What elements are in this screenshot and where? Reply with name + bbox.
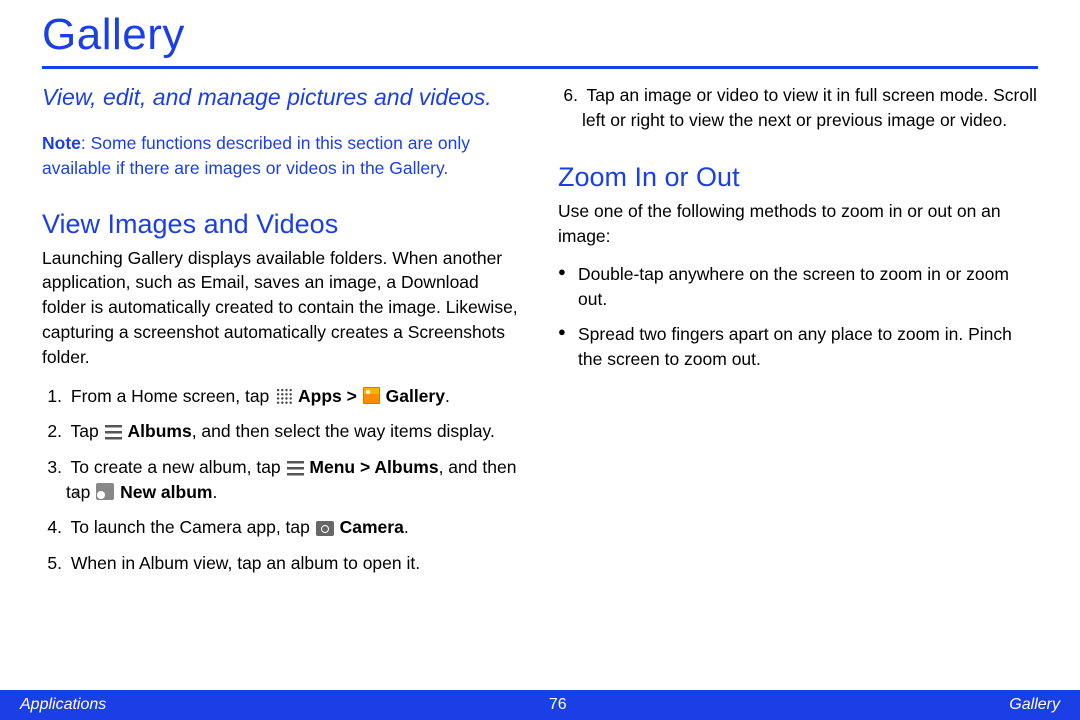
bullet-2: Spread two fingers apart on any place to… — [558, 322, 1038, 372]
step-text: . — [404, 517, 409, 537]
heading-zoom: Zoom In or Out — [558, 162, 1038, 193]
page-footer: Applications 76 Gallery — [0, 690, 1080, 720]
step-3: 3. To create a new album, tap Menu > Alb… — [42, 455, 522, 506]
step-text: From a Home screen, tap — [71, 386, 274, 406]
step-text: , and then select the way items display. — [192, 421, 495, 441]
apps-icon — [275, 387, 292, 404]
menu-icon — [105, 425, 122, 440]
zoom-bullets: Double-tap anywhere on the screen to zoo… — [558, 262, 1038, 371]
step-text: To create a new album, tap — [71, 457, 286, 477]
zoom-intro: Use one of the following methods to zoom… — [558, 199, 1038, 249]
right-column: 6. Tap an image or video to view it in f… — [558, 83, 1038, 586]
step-text: Tap — [71, 421, 104, 441]
bullet-1: Double-tap anywhere on the screen to zoo… — [558, 262, 1038, 312]
content-columns: View, edit, and manage pictures and vide… — [42, 83, 1038, 586]
footer-left: Applications — [20, 696, 106, 714]
menu-albums-label: Menu > Albums — [309, 457, 438, 477]
page-title: Gallery — [42, 10, 1038, 66]
albums-label: Albums — [128, 421, 192, 441]
step-6: 6. Tap an image or video to view it in f… — [558, 83, 1038, 134]
step-4: 4. To launch the Camera app, tap Camera. — [42, 515, 522, 540]
step-2: 2. Tap Albums, and then select the way i… — [42, 419, 522, 444]
apps-label: Apps > — [298, 386, 362, 406]
steps-list-continued: 6. Tap an image or video to view it in f… — [558, 83, 1038, 134]
heading-view-images: View Images and Videos — [42, 209, 522, 240]
note-label: Note — [42, 133, 81, 153]
note-body: : Some functions described in this secti… — [42, 133, 470, 178]
note-paragraph: Note: Some functions described in this s… — [42, 131, 522, 181]
manual-page: Gallery View, edit, and manage pictures … — [0, 0, 1080, 720]
steps-list: 1. From a Home screen, tap Apps > Galler… — [42, 384, 522, 576]
step-text: . — [212, 482, 217, 502]
menu-icon — [287, 461, 304, 476]
step-1: 1. From a Home screen, tap Apps > Galler… — [42, 384, 522, 409]
step-text: Tap an image or video to view it in full… — [582, 85, 1037, 130]
subtitle: View, edit, and manage pictures and vide… — [42, 83, 522, 113]
footer-page-number: 76 — [549, 696, 567, 714]
gallery-icon — [363, 387, 380, 404]
footer-right: Gallery — [1009, 696, 1060, 714]
new-album-icon — [96, 483, 114, 500]
view-intro: Launching Gallery displays available fol… — [42, 246, 522, 370]
step-text: When in Album view, tap an album to open… — [71, 553, 420, 573]
new-album-label: New album — [120, 482, 212, 502]
camera-label: Camera — [340, 517, 404, 537]
gallery-label: Gallery — [386, 386, 445, 406]
left-column: View, edit, and manage pictures and vide… — [42, 83, 522, 586]
step-text: . — [445, 386, 450, 406]
step-text: To launch the Camera app, tap — [71, 517, 315, 537]
camera-icon — [316, 521, 334, 536]
step-5: 5. When in Album view, tap an album to o… — [42, 551, 522, 576]
title-rule — [42, 66, 1038, 69]
